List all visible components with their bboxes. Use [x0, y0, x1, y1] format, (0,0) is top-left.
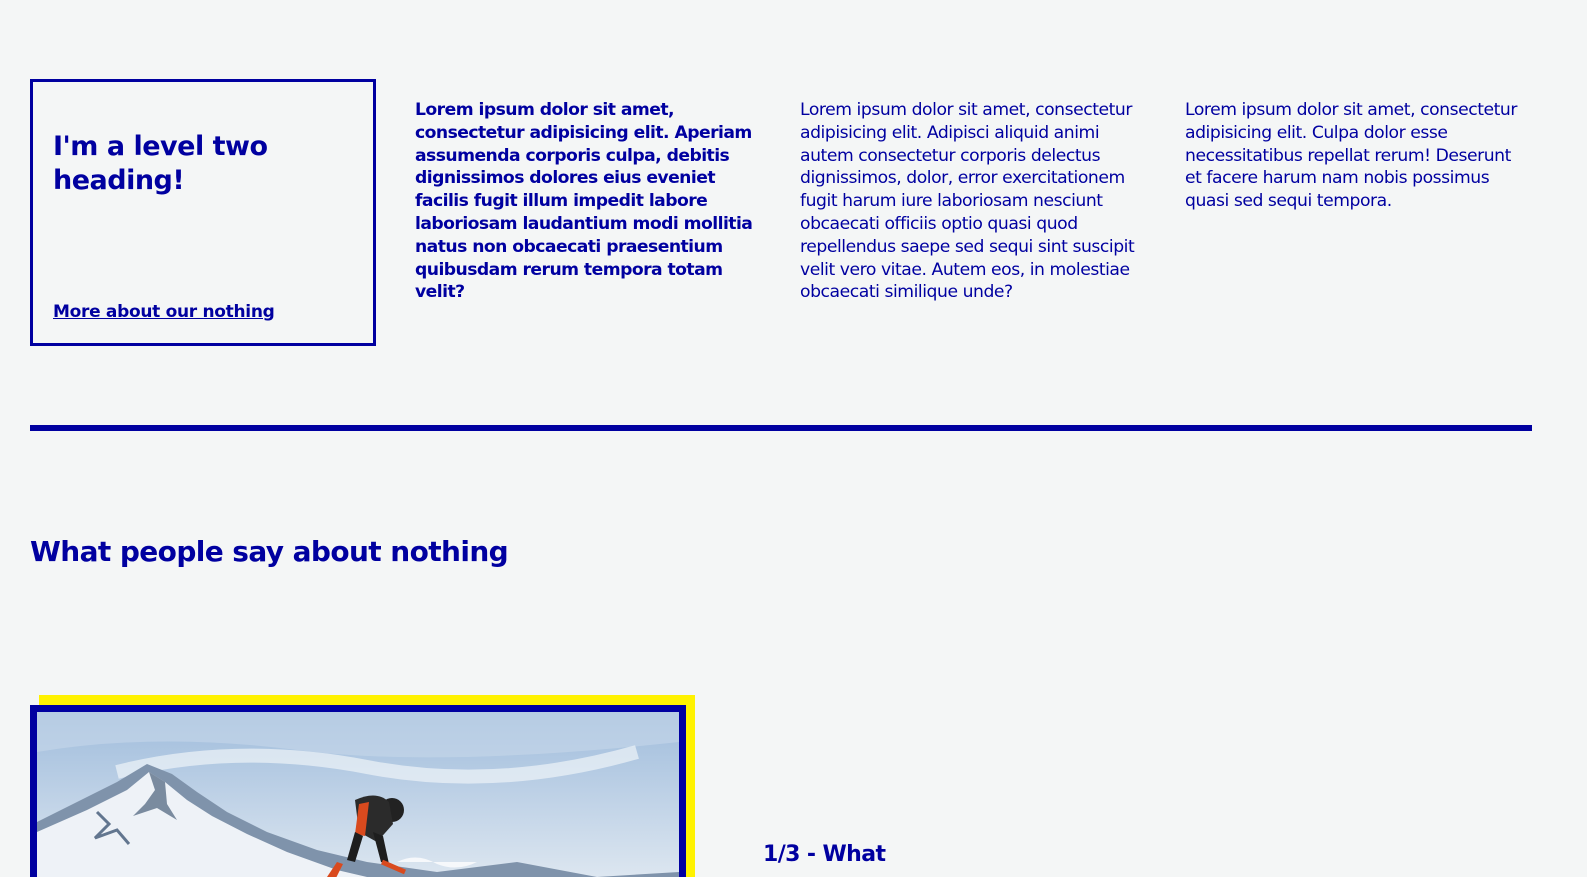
text-column-2: Lorem ipsum dolor sit amet, consectetur …	[800, 100, 1135, 303]
more-about-link[interactable]: More about our nothing	[53, 302, 275, 322]
skier-photo	[37, 712, 679, 877]
text-column-1: Lorem ipsum dolor sit amet, consectetur …	[415, 100, 753, 303]
level-two-heading: I'm a level two heading!	[53, 131, 268, 196]
feature-card: I'm a level two heading! More about our …	[30, 79, 376, 346]
section-divider	[30, 425, 1532, 431]
text-column-3: Lorem ipsum dolor sit amet, consectetur …	[1185, 100, 1517, 212]
testimonial-image	[30, 705, 686, 877]
testimonials-title: What people say about nothing	[30, 535, 509, 568]
testimonial-counter: 1/3 - What	[763, 842, 886, 867]
page: I'm a level two heading! More about our …	[0, 0, 1587, 877]
